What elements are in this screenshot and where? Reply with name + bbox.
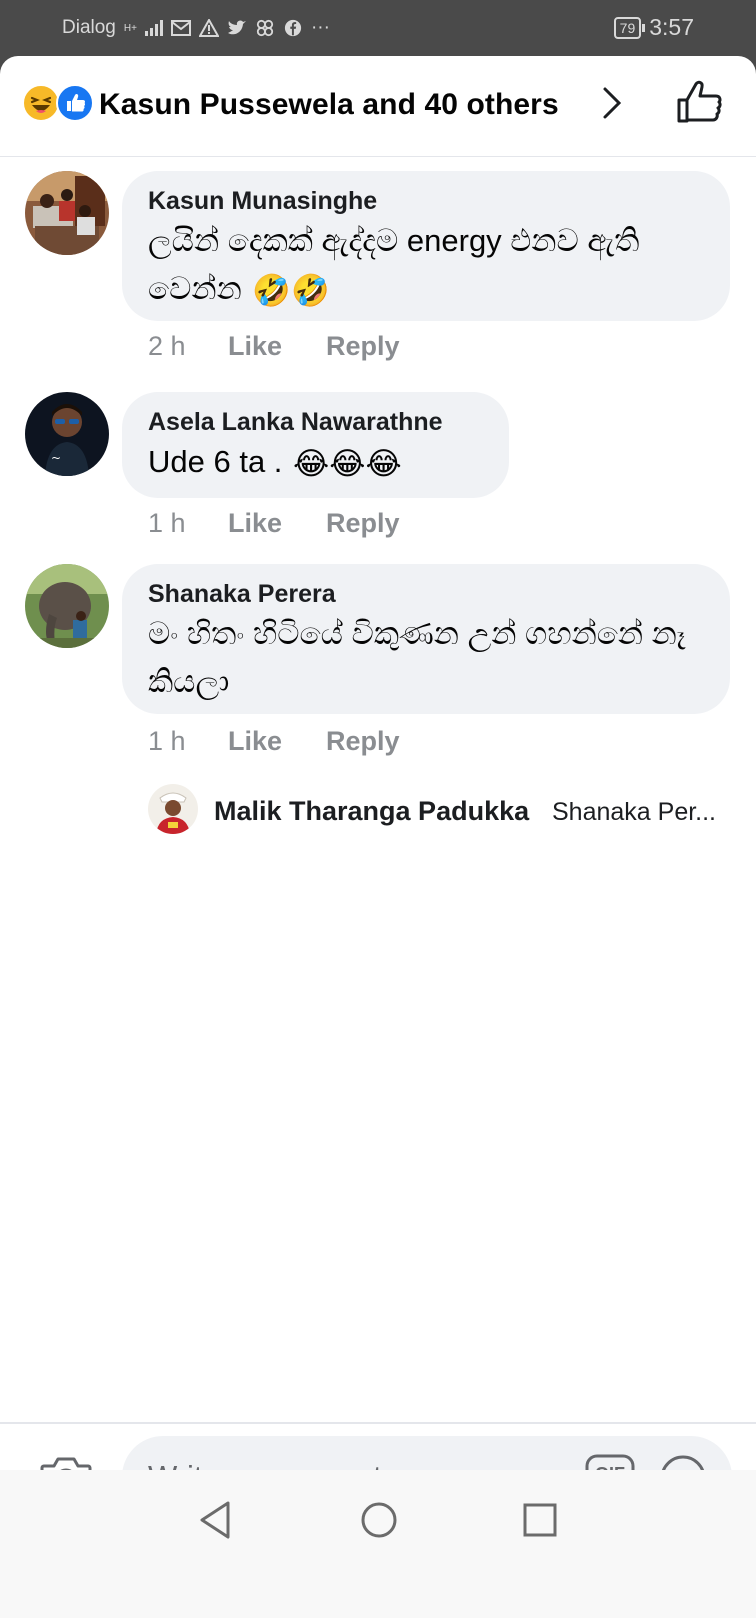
comment-text: Ude 6 ta . 😂😂😂 (148, 438, 483, 488)
reactions-header[interactable]: Kasun Pussewela and 40 others (0, 56, 756, 157)
commenter-name[interactable]: Asela Lanka Nawarathne (148, 406, 483, 438)
like-reaction-icon (56, 84, 94, 122)
comment-actions: 1 h Like Reply (148, 726, 400, 757)
more-notifications-icon: ··· (310, 17, 330, 38)
chevron-right-icon[interactable] (602, 86, 622, 120)
recents-icon[interactable] (522, 1500, 558, 1540)
comment-actions: 2 h Like Reply (148, 331, 400, 362)
comment-bubble[interactable]: Shanaka Perera මං හිතං හිටියේ විකුණන උන්… (122, 564, 730, 714)
home-icon[interactable] (359, 1500, 399, 1540)
svg-text:~: ~ (51, 451, 61, 465)
like-link[interactable]: Like (228, 508, 326, 539)
mail-icon (170, 20, 191, 36)
comment-time: 1 h (148, 508, 186, 538)
status-bar: Dialog H+ ··· 79 3:57 (0, 0, 756, 56)
reply-link[interactable]: Reply (326, 726, 400, 757)
comment-time: 1 h (148, 726, 186, 756)
battery-indicator: 79 (613, 16, 645, 39)
like-link[interactable]: Like (228, 331, 326, 362)
comment-bubble[interactable]: Kasun Munasinghe ලයින් දෙකක් ඇද්දම energ… (122, 171, 730, 321)
rofl-emoji: 🤣🤣 (252, 272, 330, 308)
reply-author-name[interactable]: Malik Tharanga Padukka (214, 796, 529, 827)
commenter-name[interactable]: Shanaka Perera (148, 578, 704, 610)
twitter-icon (227, 20, 246, 35)
avatar[interactable] (25, 564, 109, 648)
system-nav-bar (0, 1470, 756, 1618)
warning-icon (198, 19, 219, 37)
avatar[interactable]: ~ (25, 392, 109, 476)
reply-link[interactable]: Reply (326, 508, 400, 539)
signal-icon (144, 20, 163, 36)
facebook-icon (284, 19, 302, 37)
reply-link[interactable]: Reply (326, 331, 400, 362)
avatar[interactable] (25, 171, 109, 255)
haha-reaction-icon (22, 84, 60, 122)
comment-bubble[interactable]: Asela Lanka Nawarathne Ude 6 ta . 😂😂😂 (122, 392, 509, 498)
comment-text: මං හිතං හිටියේ විකුණන උන් ගහන්නේ නෑ කියල… (148, 616, 686, 699)
commenter-name[interactable]: Kasun Munasinghe (148, 185, 704, 217)
reply-preview-text: Shanaka Per... (552, 798, 717, 826)
like-link[interactable]: Like (228, 726, 326, 757)
comments-sheet: Kasun Pussewela and 40 others Kasun Muna… (0, 56, 756, 1618)
apps-icon (256, 19, 274, 37)
comment-time: 2 h (148, 331, 186, 361)
comment-text: ලයින් දෙකක් ඇද්දම energy එනව ඇති වෙන්න 🤣… (148, 217, 704, 315)
reactions-summary[interactable]: Kasun Pussewela and 40 others (99, 88, 559, 122)
avatar[interactable] (148, 784, 198, 834)
comment-actions: 1 h Like Reply (148, 508, 400, 539)
back-icon[interactable] (198, 1500, 232, 1540)
like-thumb-icon[interactable] (676, 80, 724, 124)
reply-preview[interactable]: Malik Tharanga Padukka Shanaka Per... (148, 784, 738, 840)
clock: 3:57 (649, 14, 694, 40)
carrier-label: Dialog (62, 17, 116, 38)
joy-emoji: 😂😂😂 (293, 445, 402, 481)
network-type-label: H+ (123, 22, 137, 34)
